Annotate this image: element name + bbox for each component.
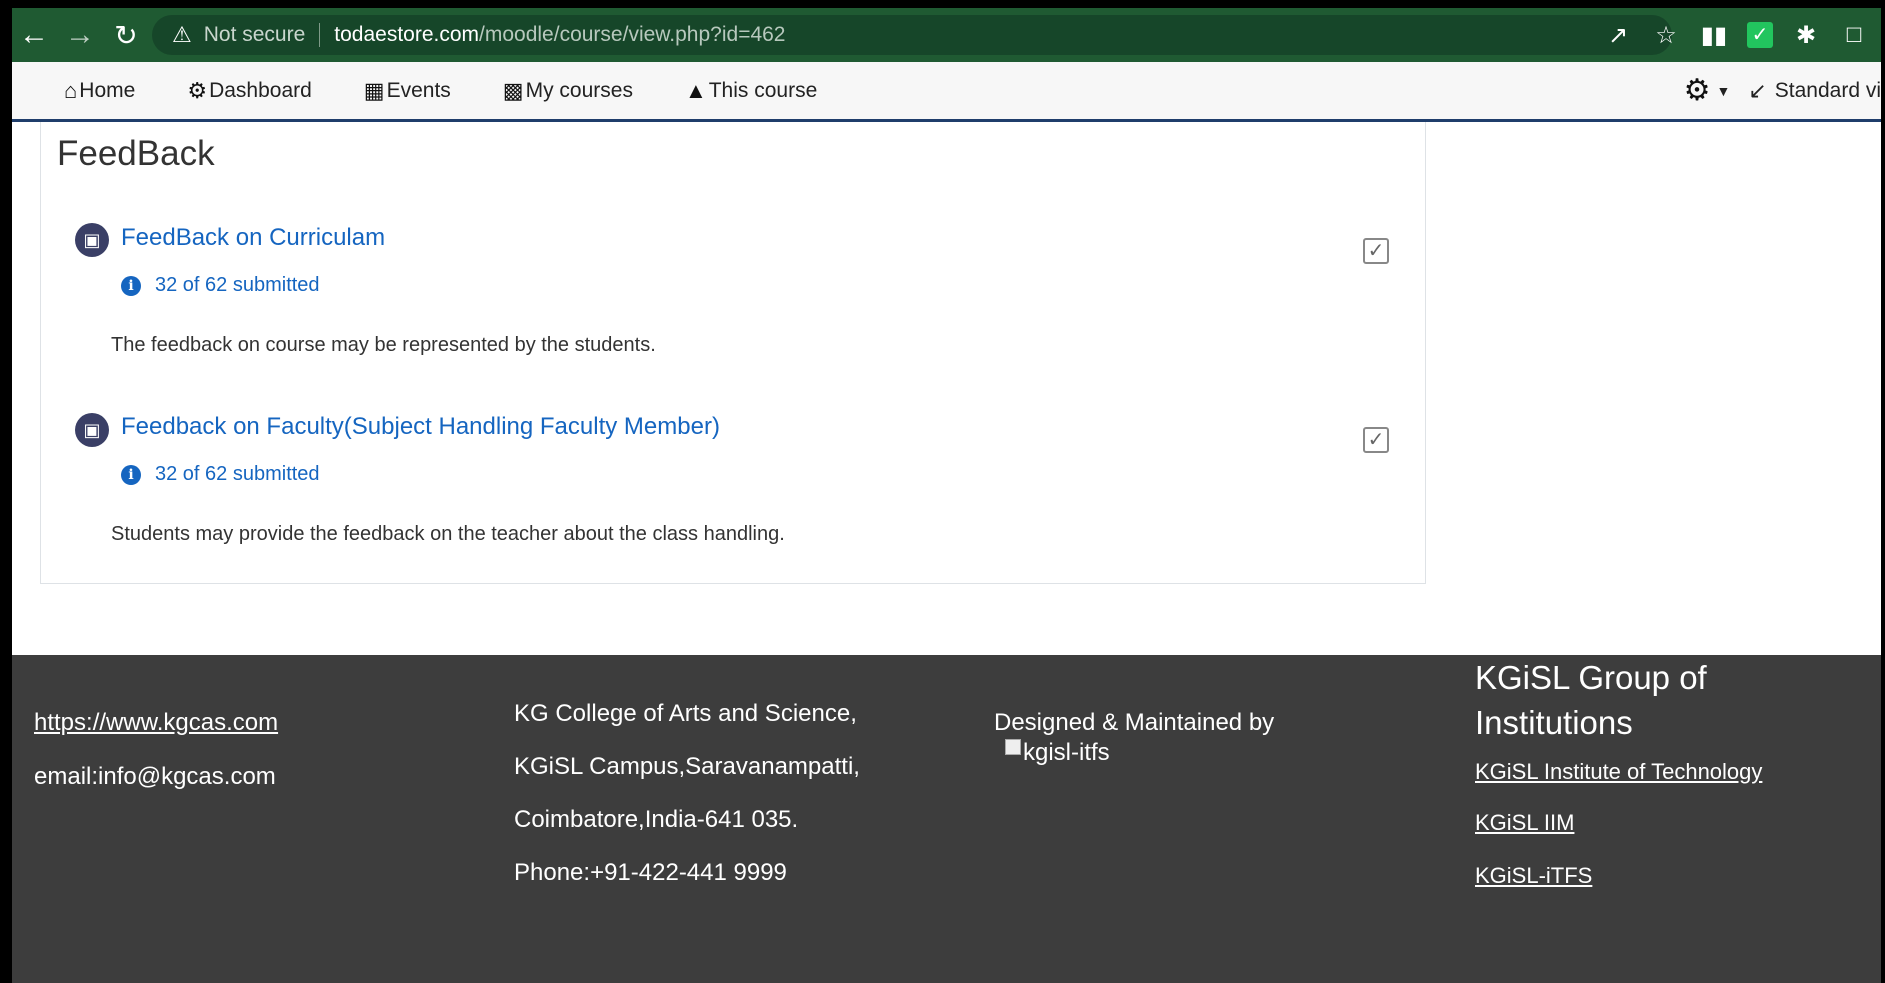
info-icon: i	[121, 275, 141, 296]
nav-my-courses[interactable]: ▩ My courses	[503, 78, 633, 104]
email-text: email:info@kgcas.com	[34, 763, 276, 790]
chevron-down-icon[interactable]: ▼	[1716, 83, 1730, 99]
activity-link[interactable]: Feedback on Faculty(Subject Handling Fac…	[121, 413, 720, 441]
nav-dashboard-label: Dashboard	[209, 78, 312, 102]
nav-events-label: Events	[386, 78, 451, 102]
completion-checkbox-icon[interactable]: ✓	[1363, 427, 1389, 453]
activity-info[interactable]: i 32 of 62 submitted	[121, 463, 320, 486]
forward-icon[interactable]: →	[58, 13, 102, 57]
browser-toolbar: ← → ↻ ⚠ Not secure todaestore.com /moodl…	[12, 8, 1881, 62]
broken-image-icon	[1005, 739, 1021, 755]
nav-home-label: Home	[79, 78, 136, 102]
briefcase-icon: ▩	[502, 77, 524, 103]
nav-events[interactable]: ▦ Events	[364, 78, 451, 104]
site-navbar: ⌂ Home ⚙ Dashboard ▦ Events ▩ My courses…	[12, 62, 1881, 122]
view-mode-label[interactable]: Standard vi	[1775, 79, 1881, 103]
activity-link[interactable]: FeedBack on Curriculam	[121, 224, 385, 252]
reader-icon[interactable]: ▮▮	[1699, 21, 1729, 50]
group-link[interactable]: KGiSL IIM	[1475, 810, 1574, 836]
phone-text: Phone:+91-422-441 9999	[514, 859, 787, 886]
gear-icon[interactable]: ⚙	[1684, 73, 1711, 108]
puzzle-extensions-icon[interactable]: ✱	[1791, 21, 1821, 50]
address-bar[interactable]: ⚠ Not secure todaestore.com /moodle/cour…	[152, 15, 1672, 55]
designed-by-text: Designed & Maintained by	[994, 709, 1275, 736]
extension-check-icon[interactable]: ✓	[1747, 22, 1773, 48]
feedback-activity-icon: ▣	[75, 413, 109, 447]
designer-logo-alt: kgisl-itfs	[1023, 739, 1110, 766]
bookmark-star-icon[interactable]: ☆	[1651, 21, 1681, 50]
completion-checkbox-icon[interactable]: ✓	[1363, 238, 1389, 264]
address-line: Coimbatore,India-641 035.	[514, 806, 799, 833]
back-icon[interactable]: ←	[12, 13, 56, 57]
nav-home[interactable]: ⌂ Home	[64, 78, 135, 104]
url-path: /moodle/course/view.php?id=462	[479, 23, 786, 46]
screenshot-frame-left	[0, 0, 12, 983]
home-icon: ⌂	[64, 77, 78, 103]
group-link[interactable]: KGiSL Institute of Technology	[1475, 759, 1762, 785]
address-line: KG College of Arts and Science,	[514, 700, 857, 727]
website-link[interactable]: https://www.kgcas.com	[34, 709, 278, 737]
group-link[interactable]: KGiSL-iTFS	[1475, 863, 1592, 889]
browser-actions: ↗ ☆ ▮▮ ✓ ✱ □	[1603, 8, 1869, 62]
sitemap-icon: ▲	[684, 77, 707, 103]
submission-count[interactable]: 32 of 62 submitted	[155, 274, 320, 297]
section-title: FeedBack	[57, 134, 215, 173]
dashboard-icon: ⚙	[187, 77, 208, 103]
course-section: FeedBack ▣ FeedBack on Curriculam i 32 o…	[40, 122, 1426, 584]
share-icon[interactable]: ↗	[1603, 21, 1633, 50]
nav-this-course[interactable]: ▲ This course	[685, 78, 817, 104]
group-heading-line1: KGiSL Group of	[1475, 659, 1707, 696]
window-icon[interactable]: □	[1839, 21, 1869, 49]
info-icon: i	[121, 464, 141, 485]
activity-description: The feedback on course may be represente…	[111, 334, 656, 356]
screenshot-frame-top	[0, 0, 1885, 8]
nav-dashboard[interactable]: ⚙ Dashboard	[187, 78, 311, 104]
nav-my-courses-label: My courses	[525, 78, 633, 102]
nav-this-course-label: This course	[708, 78, 818, 102]
collapse-arrows-icon[interactable]: ↙	[1748, 78, 1766, 104]
group-heading-line2: Institutions	[1475, 704, 1633, 741]
address-line: KGiSL Campus,Saravanampatti,	[514, 753, 860, 780]
url-separator	[319, 23, 321, 47]
feedback-activity-icon: ▣	[75, 223, 109, 257]
warning-icon: ⚠	[172, 22, 192, 47]
screenshot-frame-right	[1881, 0, 1885, 983]
activity-description: Students may provide the feedback on the…	[111, 523, 785, 545]
calendar-icon: ▦	[363, 77, 385, 103]
page-footer: https://www.kgcas.com email:info@kgcas.c…	[12, 655, 1881, 983]
submission-count[interactable]: 32 of 62 submitted	[155, 463, 320, 486]
not-secure-label: Not secure	[203, 23, 306, 46]
navbar-right-tools: ⚙ ▼ ↙ Standard vi	[1684, 62, 1881, 119]
reload-icon[interactable]: ↻	[104, 13, 148, 57]
activity-info[interactable]: i 32 of 62 submitted	[121, 274, 320, 297]
url-host: todaestore.com	[334, 23, 480, 46]
designer-logo: kgisl-itfs	[1005, 739, 1110, 767]
